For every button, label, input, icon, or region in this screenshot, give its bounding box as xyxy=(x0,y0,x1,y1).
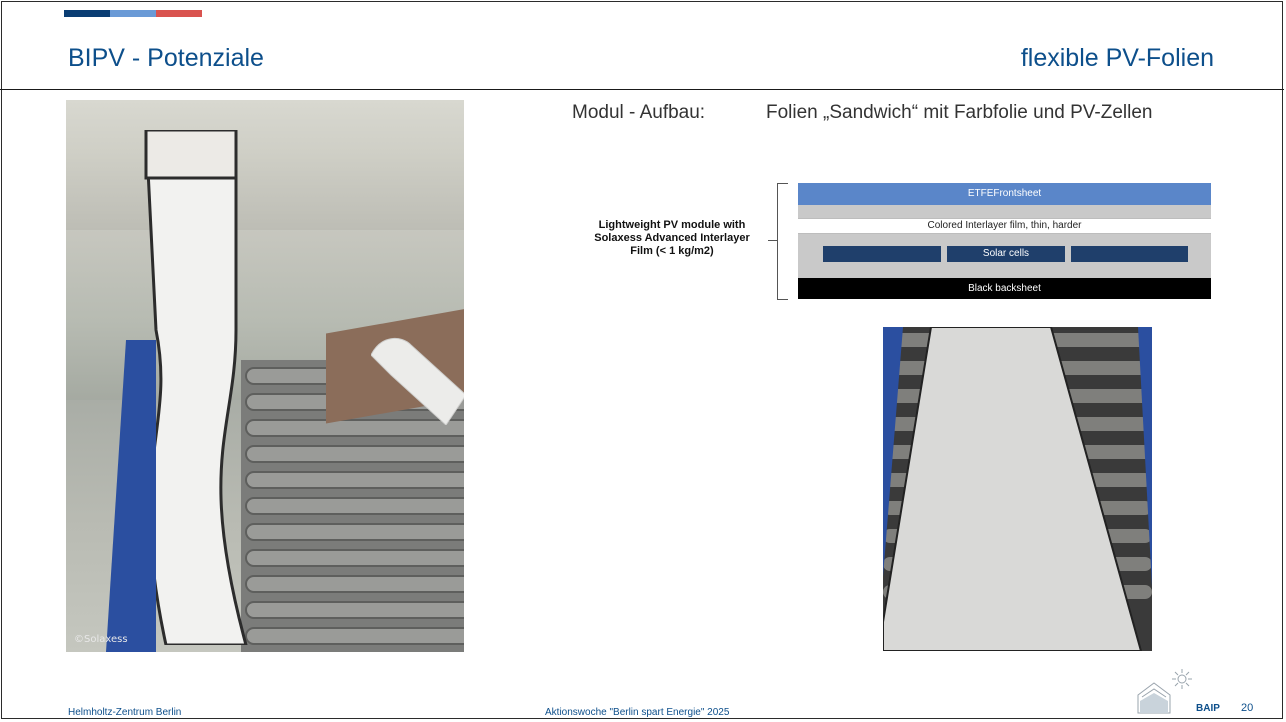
footer-institution: Helmholtz-Zentrum Berlin xyxy=(68,707,182,718)
layer-colored-interlayer: Colored Interlayer film, thin, harder xyxy=(798,218,1211,234)
module-build-label: Modul - Aufbau: xyxy=(572,102,706,123)
footer-brand: BAIP xyxy=(1196,703,1220,714)
accent-bar-red xyxy=(156,10,202,17)
slide-subtitle: flexible PV-Folien xyxy=(1020,44,1214,72)
header-divider xyxy=(0,89,1284,90)
blue-conveyor-rail xyxy=(106,340,156,652)
footer-event: Aktionswoche "Berlin spart Energie" 2025 xyxy=(545,707,730,718)
factory-photo: ©Solaxess xyxy=(66,100,464,652)
layer-etfe-frontsheet: ETFEFrontsheet xyxy=(798,183,1211,205)
diagram-brace-tick xyxy=(768,240,777,241)
layer-stack: ETFEFrontsheet Colored Interlayer film, … xyxy=(798,183,1211,299)
photo-credit: ©Solaxess xyxy=(74,634,128,645)
roller-sheet-photo xyxy=(883,327,1152,651)
diagram-brace xyxy=(777,183,788,300)
solar-cell-block xyxy=(1071,246,1188,262)
accent-bar-dark-blue xyxy=(64,10,110,17)
factory-ceiling xyxy=(66,100,464,230)
sheet-on-rollers-image xyxy=(883,327,1152,651)
slide-title: BIPV - Potenziale xyxy=(68,44,264,72)
solar-cell-block: Solar cells xyxy=(947,246,1065,262)
page-number: 20 xyxy=(1241,702,1254,714)
diagram-side-label: Lightweight PV module with Solaxess Adva… xyxy=(594,219,750,257)
roll-cylinder xyxy=(371,337,464,425)
module-build-value: Folien „Sandwich“ mit Farbfolie und PV-Z… xyxy=(766,102,1153,123)
layer-black-backsheet: Black backsheet xyxy=(798,278,1211,299)
solar-cell-block xyxy=(823,246,941,262)
baip-logo-icon xyxy=(1137,669,1192,714)
accent-bar-light-blue xyxy=(110,10,156,17)
